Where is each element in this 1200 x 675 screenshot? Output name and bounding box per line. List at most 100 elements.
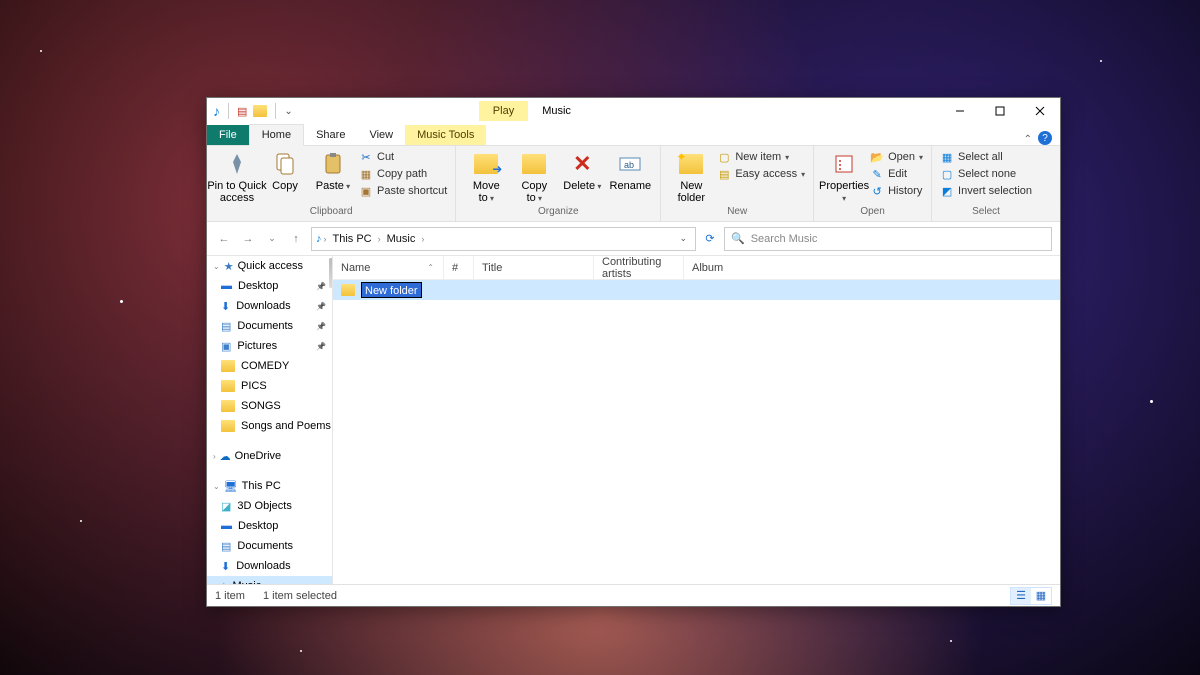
select-none-button[interactable]: ▢Select none <box>940 167 1032 181</box>
details-view-button[interactable]: ☰ <box>1011 588 1031 604</box>
rename-input[interactable]: New folder <box>361 282 422 298</box>
group-label: Clipboard <box>215 206 447 217</box>
back-button[interactable]: ← <box>215 233 233 245</box>
folder-icon <box>341 284 355 296</box>
chevron-right-icon[interactable]: › <box>324 234 327 244</box>
tab-file[interactable]: File <box>207 125 249 145</box>
table-row[interactable]: New folder <box>333 280 1060 300</box>
music-icon: ♪ <box>316 233 322 245</box>
scrollbar-handle[interactable] <box>329 258 332 288</box>
sidebar-item-onedrive[interactable]: ›☁OneDrive <box>207 446 332 466</box>
sidebar-item-downloads[interactable]: ⬇Downloads <box>207 296 332 316</box>
view-toggle: ☰ ▦ <box>1010 587 1052 605</box>
chevron-right-icon[interactable]: › <box>378 234 381 244</box>
column-artists[interactable]: Contributing artists <box>593 256 683 279</box>
column-name[interactable]: Name⌃ <box>333 256 443 279</box>
open-button[interactable]: 📂Open <box>870 150 923 164</box>
breadcrumb-this-pc[interactable]: This PC <box>329 233 376 245</box>
navigation-sidebar[interactable]: ⌄★Quick access ▬Desktop ⬇Downloads ▤Docu… <box>207 256 333 584</box>
qat-dropdown-icon[interactable]: ⌄ <box>284 106 292 117</box>
column-number[interactable]: # <box>443 256 473 279</box>
copy-to-button[interactable]: Copy to <box>512 150 556 204</box>
sidebar-item-pics[interactable]: PICS <box>207 376 332 396</box>
select-all-button[interactable]: ▦Select all <box>940 150 1032 164</box>
ribbon: Pin to Quick access Copy Paste ✂Cut ▦Cop… <box>207 146 1060 222</box>
quick-access-toolbar: ♪ ▤ ⌄ <box>207 103 299 119</box>
document-icon[interactable]: ▤ <box>237 105 247 118</box>
music-icon: ♪ <box>213 103 220 119</box>
pin-to-quick-access-button[interactable]: Pin to Quick access <box>215 150 259 204</box>
sidebar-item-music[interactable]: ♪Music <box>207 576 332 584</box>
folder-icon[interactable] <box>253 105 267 117</box>
help-icon[interactable]: ? <box>1038 131 1052 145</box>
group-clipboard: Pin to Quick access Copy Paste ✂Cut ▦Cop… <box>207 146 456 221</box>
group-open: Properties 📂Open ✎Edit ↺History Open <box>814 146 932 221</box>
group-label: Open <box>822 206 923 217</box>
paste-shortcut-button[interactable]: ▣Paste shortcut <box>359 184 447 198</box>
sidebar-item-songs[interactable]: SONGS <box>207 396 332 416</box>
cut-button[interactable]: ✂Cut <box>359 150 447 164</box>
delete-button[interactable]: ✕Delete <box>560 150 604 192</box>
sidebar-item-comedy[interactable]: COMEDY <box>207 356 332 376</box>
group-label: Organize <box>464 206 652 217</box>
new-folder-button[interactable]: ✦New folder <box>669 150 713 204</box>
edit-button[interactable]: ✎Edit <box>870 167 923 181</box>
ribbon-tabs: File Home Share View Music Tools ⌃ ? <box>207 124 1060 146</box>
breadcrumb-music[interactable]: Music <box>383 233 420 245</box>
rename-button[interactable]: abRename <box>608 150 652 192</box>
tab-share[interactable]: Share <box>304 125 357 145</box>
sidebar-item-pictures[interactable]: ▣Pictures <box>207 336 332 356</box>
sidebar-item-this-pc[interactable]: ⌄🖥This PC <box>207 476 332 496</box>
status-item-count: 1 item <box>215 590 245 602</box>
history-button[interactable]: ↺History <box>870 184 923 198</box>
paste-button[interactable]: Paste <box>311 150 355 192</box>
address-dropdown-icon[interactable]: ⌄ <box>675 233 691 244</box>
sidebar-item-documents-pc[interactable]: ▤Documents <box>207 536 332 556</box>
group-organize: ➜Move to Copy to ✕Delete abRename Organi… <box>456 146 661 221</box>
column-headers: Name⌃ # Title Contributing artists Album <box>333 256 1060 280</box>
copy-path-button[interactable]: ▦Copy path <box>359 167 447 181</box>
sidebar-item-desktop[interactable]: ▬Desktop <box>207 276 332 296</box>
group-label: Select <box>940 206 1032 217</box>
invert-selection-button[interactable]: ◩Invert selection <box>940 184 1032 198</box>
status-selection-count: 1 item selected <box>263 590 337 602</box>
tab-view[interactable]: View <box>357 125 405 145</box>
column-title[interactable]: Title <box>473 256 593 279</box>
group-select: ▦Select all ▢Select none ◩Invert selecti… <box>932 146 1040 221</box>
ribbon-collapse-icon[interactable]: ⌃ <box>1024 134 1032 145</box>
thumbnails-view-button[interactable]: ▦ <box>1031 588 1051 604</box>
tab-music-tools[interactable]: Music Tools <box>405 125 486 145</box>
recent-dropdown-icon[interactable]: ⌄ <box>263 233 281 244</box>
sidebar-item-documents[interactable]: ▤Documents <box>207 316 332 336</box>
sidebar-item-downloads-pc[interactable]: ⬇Downloads <box>207 556 332 576</box>
easy-access-button[interactable]: ▤Easy access <box>717 167 805 181</box>
chevron-right-icon[interactable]: › <box>421 234 424 244</box>
tab-home[interactable]: Home <box>249 124 304 146</box>
file-explorer-window: ♪ ▤ ⌄ Play Music File Home Share View Mu… <box>206 97 1061 607</box>
move-to-button[interactable]: ➜Move to <box>464 150 508 204</box>
svg-text:ab: ab <box>624 160 634 170</box>
file-list[interactable]: New folder <box>333 280 1060 584</box>
contextual-tab-label: Play <box>479 101 528 121</box>
refresh-button[interactable]: ⟳ <box>702 232 718 245</box>
navigation-bar: ← → ⌄ ↑ ♪ › This PC › Music › ⌄ ⟳ 🔍 Sear… <box>207 222 1060 256</box>
properties-button[interactable]: Properties <box>822 150 866 204</box>
sidebar-item-songs-and-poems[interactable]: Songs and Poems <box>207 416 332 436</box>
column-album[interactable]: Album <box>683 256 783 279</box>
address-bar[interactable]: ♪ › This PC › Music › ⌄ <box>311 227 696 251</box>
forward-button[interactable]: → <box>239 233 257 245</box>
sidebar-item-quick-access[interactable]: ⌄★Quick access <box>207 256 332 276</box>
up-button[interactable]: ↑ <box>287 233 305 245</box>
search-input[interactable]: 🔍 Search Music <box>724 227 1052 251</box>
window-title: Music <box>542 105 571 117</box>
file-view: Name⌃ # Title Contributing artists Album… <box>333 256 1060 584</box>
new-item-button[interactable]: ▢New item <box>717 150 805 164</box>
copy-button[interactable]: Copy <box>263 150 307 192</box>
sidebar-item-desktop-pc[interactable]: ▬Desktop <box>207 516 332 536</box>
minimize-button[interactable] <box>940 98 980 124</box>
separator <box>228 103 229 119</box>
maximize-button[interactable] <box>980 98 1020 124</box>
sidebar-item-3d-objects[interactable]: ◪3D Objects <box>207 496 332 516</box>
close-button[interactable] <box>1020 98 1060 124</box>
group-label: New <box>669 206 805 217</box>
